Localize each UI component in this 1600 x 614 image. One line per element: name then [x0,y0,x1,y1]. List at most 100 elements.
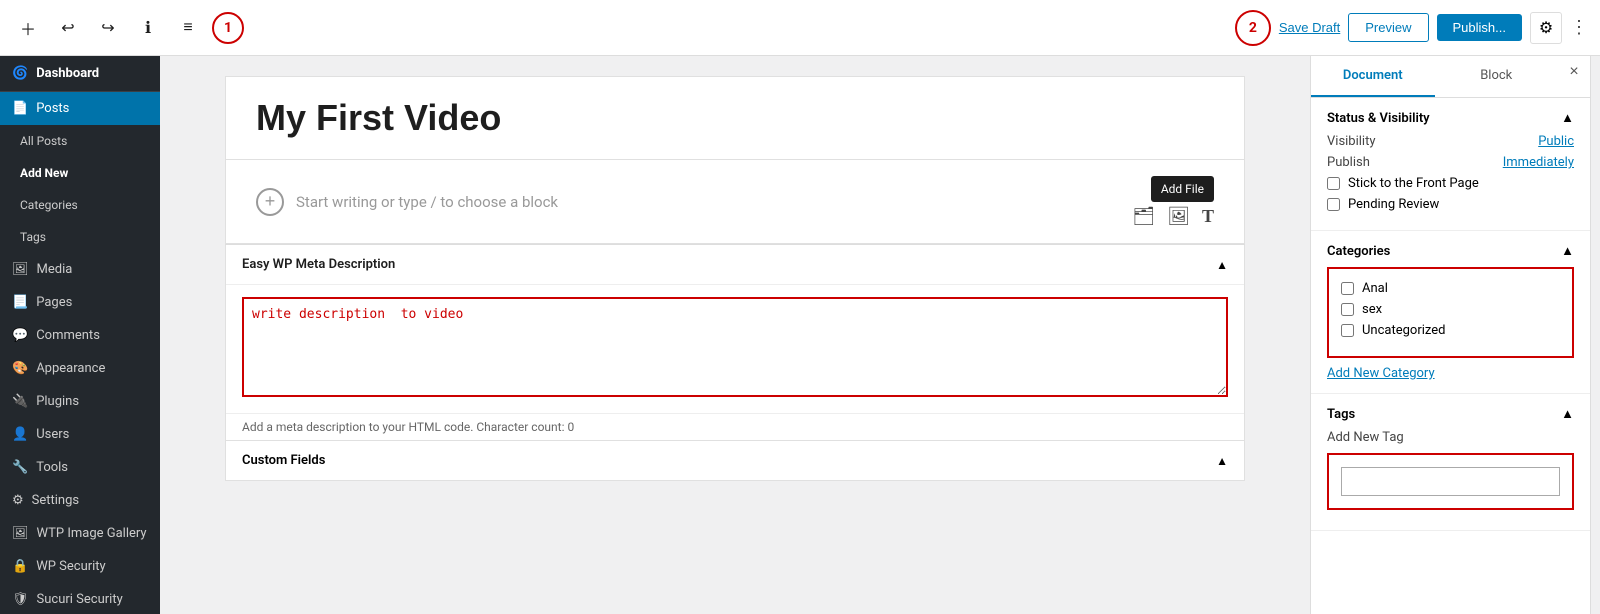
plugins-icon: 🔌 [12,394,28,409]
category-uncategorized: Uncategorized [1341,323,1560,338]
right-panel: Document Block × Status & Visibility ▲ V… [1310,56,1590,614]
settings-gear-btn[interactable]: ⚙ [1530,12,1562,44]
preview-btn[interactable]: Preview [1348,13,1428,42]
sidebar-item-categories[interactable]: Categories [0,189,160,221]
main-layout: 🌀 Dashboard 📄 Posts All Posts Add New Ca… [0,56,1600,614]
cat-anal-checkbox[interactable] [1341,282,1354,295]
image-icon[interactable]: 🖼 [1167,206,1190,227]
sidebar-item-pages[interactable]: 📃 Pages [0,286,160,319]
add-block-toolbar-btn[interactable]: ＋ [12,12,44,44]
block-area: + Start writing or type / to choose a bl… [225,160,1245,244]
visibility-row: Visibility Public [1327,134,1574,149]
sidebar-item-wtp[interactable]: 🖼 WTP Image Gallery [0,517,160,550]
appearance-icon: 🎨 [12,361,28,376]
cat-sex-label: sex [1362,302,1382,317]
sidebar-item-comments[interactable]: 💬 Comments [0,319,160,352]
sucuri-icon: 🛡 [12,592,29,607]
tab-document[interactable]: Document [1311,56,1435,97]
cat-uncategorized-checkbox[interactable] [1341,324,1354,337]
tags-input[interactable] [1341,467,1560,496]
sidebar-item-tools[interactable]: 🔧 Tools [0,451,160,484]
sidebar-item-tags[interactable]: Tags [0,221,160,253]
sidebar-item-add-new[interactable]: Add New [0,157,160,189]
status-chevron: ▲ [1561,110,1574,126]
sidebar-item-appearance[interactable]: 🎨 Appearance [0,352,160,385]
wtp-icon: 🖼 [12,526,29,541]
publish-row: Publish Immediately [1327,155,1574,170]
tags-header[interactable]: Tags ▲ [1327,406,1574,422]
description-textarea[interactable]: write description to video [242,297,1228,397]
publish-btn[interactable]: Publish... [1437,14,1522,41]
sidebar-item-settings[interactable]: ⚙ Settings [0,484,160,517]
categories-section: Categories ▲ Anal sex Uncategorized Add … [1311,231,1590,394]
block-placeholder: Start writing or type / to choose a bloc… [296,193,558,211]
sidebar-item-wp-security[interactable]: 🔒 WP Security [0,550,160,583]
cat-anal-label: Anal [1362,281,1388,296]
stick-checkbox[interactable] [1327,177,1340,190]
meta-desc-section: Easy WP Meta Description ▲ write descrip… [225,245,1245,441]
meta-desc-chevron: ▲ [1216,258,1228,272]
tags-chevron: ▲ [1561,406,1574,422]
meta-desc-header[interactable]: Easy WP Meta Description ▲ [226,245,1244,285]
undo-btn[interactable]: ↩ [52,12,84,44]
media-icon: 🖼 [12,262,29,277]
status-visibility-section: Status & Visibility ▲ Visibility Public … [1311,98,1590,231]
custom-fields-header[interactable]: Custom Fields ▲ [226,441,1244,480]
status-visibility-header[interactable]: Status & Visibility ▲ [1327,110,1574,126]
comments-icon: 💬 [12,328,28,343]
category-anal: Anal [1341,281,1560,296]
meta-desc-footer: Add a meta description to your HTML code… [226,413,1244,440]
pages-icon: 📃 [12,295,28,310]
pending-checkbox[interactable] [1327,198,1340,211]
editor-wrapper: + Start writing or type / to choose a bl… [205,56,1265,481]
sidebar-item-sucuri[interactable]: 🛡 Sucuri Security [0,583,160,614]
post-title-area [225,76,1245,160]
folder-icon[interactable]: 🗂 [1132,206,1155,227]
sidebar-item-all-posts[interactable]: All Posts [0,125,160,157]
list-btn[interactable]: ≡ [172,12,204,44]
sidebar-item-posts[interactable]: 📄 Posts [0,92,160,125]
redo-btn[interactable]: ↪ [92,12,124,44]
content-area: + Start writing or type / to choose a bl… [160,56,1310,614]
categories-header[interactable]: Categories ▲ [1327,243,1574,259]
users-icon: 👤 [12,427,28,442]
cat-sex-checkbox[interactable] [1341,303,1354,316]
add-new-category-link[interactable]: Add New Category [1327,366,1574,381]
posts-icon: 📄 [12,101,28,116]
publish-label: Publish [1327,155,1370,170]
wp-security-icon: 🔒 [12,559,28,574]
save-draft-btn[interactable]: Save Draft [1279,20,1340,35]
visibility-value[interactable]: Public [1538,134,1574,149]
more-options-btn[interactable]: ⋮ [1570,17,1588,38]
tags-section: Tags ▲ Add New Tag [1311,394,1590,531]
stick-row: Stick to the Front Page [1327,176,1574,191]
meta-desc-title: Easy WP Meta Description [242,257,395,272]
sidebar-logo[interactable]: 🌀 Dashboard [0,56,160,92]
text-icon[interactable]: T [1202,206,1214,227]
sidebar-item-plugins[interactable]: 🔌 Plugins [0,385,160,418]
cat-uncategorized-label: Uncategorized [1362,323,1445,338]
post-title-input[interactable] [256,97,1214,139]
category-sex: sex [1341,302,1560,317]
tools-icon: 🔧 [12,460,28,475]
add-block-btn[interactable]: + [256,188,284,216]
pending-label: Pending Review [1348,197,1439,212]
categories-list: Anal sex Uncategorized [1327,267,1574,358]
add-file-tooltip: Add File [1151,176,1214,202]
wp-icon: 🌀 [12,66,28,81]
stick-label: Stick to the Front Page [1348,176,1479,191]
custom-fields-title: Custom Fields [242,453,325,468]
panel-close-btn[interactable]: × [1558,56,1590,88]
tab-block[interactable]: Block [1435,56,1559,97]
badge-1: 1 [212,12,244,44]
right-scrollbar[interactable] [1590,56,1600,614]
sidebar-item-media[interactable]: 🖼 Media [0,253,160,286]
categories-chevron: ▲ [1561,243,1574,259]
block-icons: 🗂 🖼 T [1132,206,1214,227]
top-toolbar: ＋ ↩ ↪ ℹ ≡ 1 2 Save Draft Preview Publish… [0,0,1600,56]
sidebar-item-users[interactable]: 👤 Users [0,418,160,451]
badge-2: 2 [1235,10,1271,46]
sidebar: 🌀 Dashboard 📄 Posts All Posts Add New Ca… [0,56,160,614]
info-btn[interactable]: ℹ [132,12,164,44]
publish-value[interactable]: Immediately [1503,155,1574,170]
